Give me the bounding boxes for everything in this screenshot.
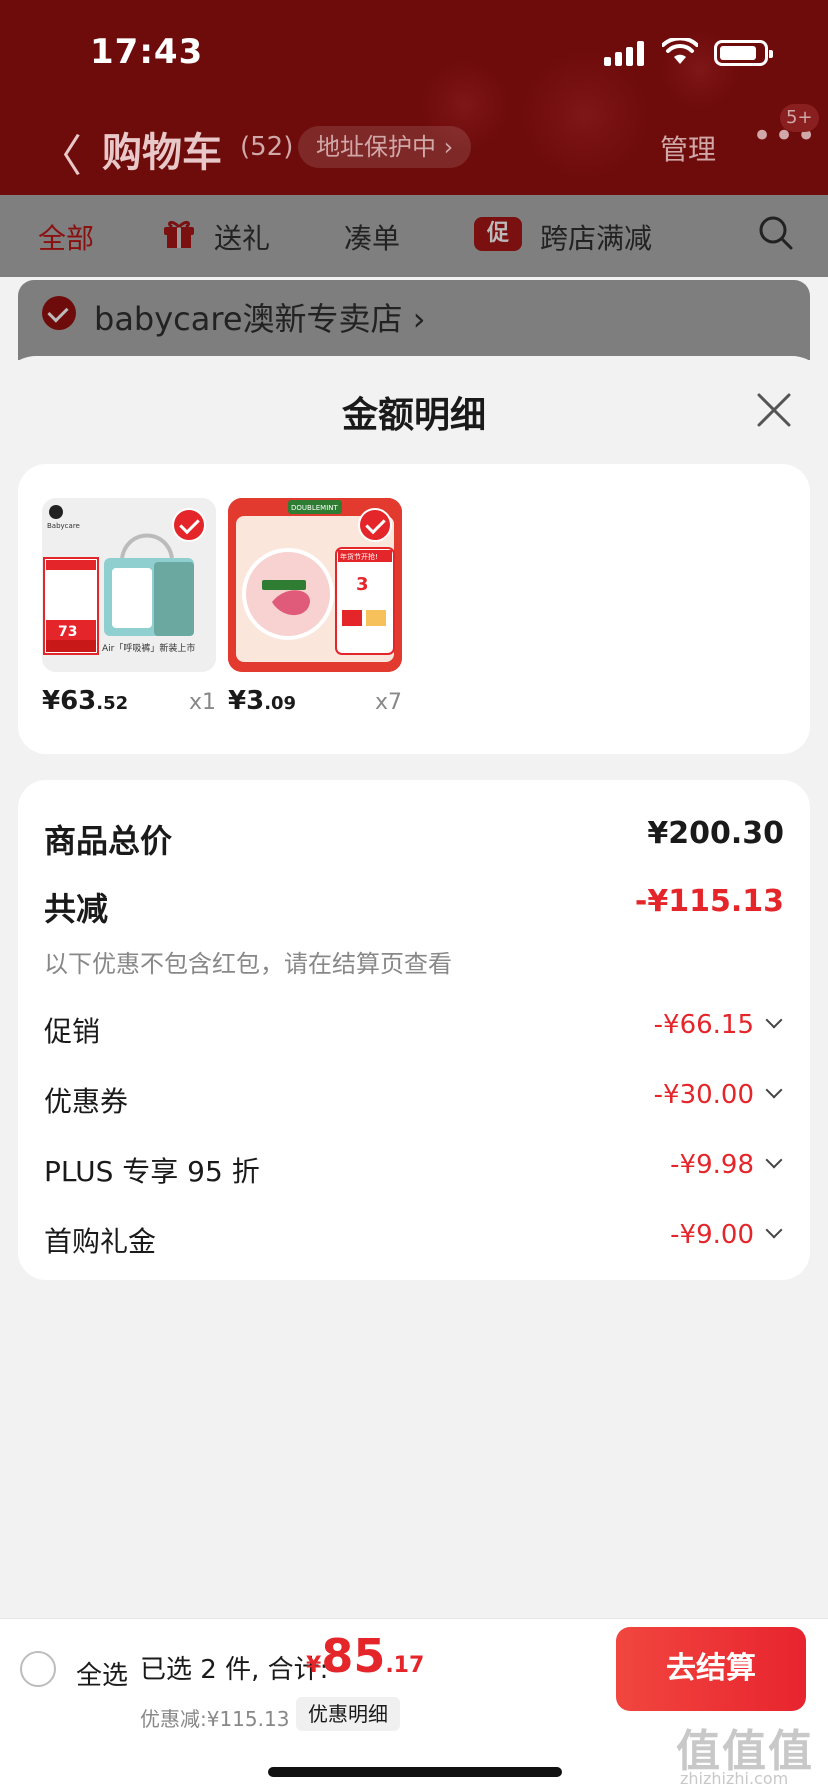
goods-item[interactable]: DOUBLEMINT 年货节开抢! 3 ¥3.09 x7 bbox=[228, 498, 402, 716]
goods-quantity: x7 bbox=[374, 690, 402, 715]
product-caption: Air「呼吸裤」新装上市 bbox=[102, 642, 195, 654]
filter-combine[interactable]: 凑单 bbox=[344, 217, 400, 257]
manage-button[interactable]: 管理 bbox=[660, 128, 716, 168]
product-caption: 年货节开抢! bbox=[340, 552, 378, 561]
status-bar: 17:43 bbox=[0, 0, 828, 110]
message-badge: 5+ bbox=[780, 104, 819, 132]
discount-value: -¥9.98 bbox=[670, 1150, 754, 1180]
goods-price: ¥3.09 bbox=[228, 686, 297, 716]
total-price-value: ¥200.30 bbox=[647, 816, 784, 851]
discount-value: -¥66.15 bbox=[653, 1010, 754, 1040]
discount-note: 以下优惠不包含红包，请在结算页查看 bbox=[44, 950, 452, 978]
total-reduce-label: 共减 bbox=[44, 890, 109, 928]
total-price-label: 商品总价 bbox=[44, 822, 173, 860]
selected-check-icon[interactable] bbox=[172, 508, 206, 542]
filter-gift[interactable]: 送礼 bbox=[214, 217, 270, 257]
checkout-button[interactable]: 去结算 bbox=[616, 1627, 806, 1711]
watermark-url: zhizhizhi.com bbox=[680, 1769, 789, 1788]
goods-quantity: x1 bbox=[188, 690, 216, 715]
goods-item[interactable]: 73 Babycare Air「呼吸裤」新装上市 ¥63.52 x1 bbox=[42, 498, 216, 716]
promo-tag-icon: 促 bbox=[474, 217, 522, 251]
filter-bar: 全部 送礼 凑单 促 跨店满减 bbox=[0, 195, 828, 277]
discount-value: -¥9.00 bbox=[670, 1220, 754, 1250]
goods-card: 73 Babycare Air「呼吸裤」新装上市 ¥63.52 x1 DOUBL… bbox=[18, 464, 810, 754]
page-title: 购物车 bbox=[102, 130, 222, 176]
select-all-label[interactable]: 全选 bbox=[76, 1655, 128, 1692]
gift-icon bbox=[164, 220, 194, 248]
sheet-title: 金额明细 bbox=[341, 395, 486, 436]
wifi-icon bbox=[662, 38, 698, 64]
product-image: DOUBLEMINT 年货节开抢! 3 bbox=[228, 498, 402, 672]
price-detail-card: 商品总价 ¥200.30 共减 -¥115.13 以下优惠不包含红包，请在结算页… bbox=[18, 780, 810, 1280]
discount-value: -¥30.00 bbox=[653, 1080, 754, 1110]
total-amount: ¥85.17 bbox=[306, 1629, 425, 1683]
address-protect-button[interactable]: 地址保护中 › bbox=[298, 126, 472, 168]
saved-amount: 优惠减:¥115.13 bbox=[140, 1707, 290, 1731]
home-indicator[interactable] bbox=[268, 1767, 562, 1777]
discount-label: 首购礼金 bbox=[44, 1225, 157, 1258]
filter-all[interactable]: 全部 bbox=[38, 217, 94, 257]
product-badge-text: 3 bbox=[356, 574, 369, 595]
cart-count: (52) bbox=[240, 132, 294, 162]
select-all-radio[interactable] bbox=[20, 1651, 56, 1687]
discount-detail-button[interactable]: 优惠明细 bbox=[296, 1697, 400, 1731]
close-icon[interactable] bbox=[756, 392, 792, 428]
nav-bar: 〈 购物车 (52) 地址保护中 › 管理 ••• 5+ bbox=[0, 104, 828, 195]
status-time: 17:43 bbox=[90, 32, 204, 72]
cellular-signal-icon bbox=[604, 40, 648, 66]
discount-label: 优惠券 bbox=[44, 1085, 129, 1118]
product-badge-text: 73 bbox=[58, 624, 77, 640]
selected-check-icon[interactable] bbox=[358, 508, 392, 542]
discount-label: PLUS 专享 95 折 bbox=[44, 1155, 260, 1188]
discount-label: 促销 bbox=[44, 1015, 101, 1048]
product-brand: DOUBLEMINT bbox=[291, 504, 338, 512]
goods-price: ¥63.52 bbox=[42, 686, 129, 716]
checkout-bar: 全选 已选 2 件, 合计: ¥85.17 优惠减:¥115.13 优惠明细 去… bbox=[0, 1618, 828, 1792]
search-icon[interactable] bbox=[758, 215, 794, 251]
store-header: babycare澳新专卖店 › bbox=[18, 280, 810, 360]
store-checkbox[interactable] bbox=[42, 296, 76, 330]
selected-summary: 已选 2 件, 合计: bbox=[140, 1655, 329, 1685]
product-brand: Babycare bbox=[47, 522, 80, 530]
total-reduce-value: -¥115.13 bbox=[634, 884, 784, 919]
back-button[interactable]: 〈 bbox=[38, 120, 82, 184]
store-name[interactable]: babycare澳新专卖店 › bbox=[94, 294, 426, 340]
app-header: 17:43 〈 购物车 (52) 地址保护中 › 管理 ••• 5+ bbox=[0, 0, 828, 195]
amount-detail-sheet: 金额明细 73 Babycare Air「呼吸裤」新装上市 ¥63.52 x1 … bbox=[0, 356, 828, 1618]
filter-cross-store[interactable]: 跨店满减 bbox=[540, 217, 652, 257]
product-image: 73 Babycare Air「呼吸裤」新装上市 bbox=[42, 498, 216, 672]
battery-icon bbox=[714, 40, 773, 66]
